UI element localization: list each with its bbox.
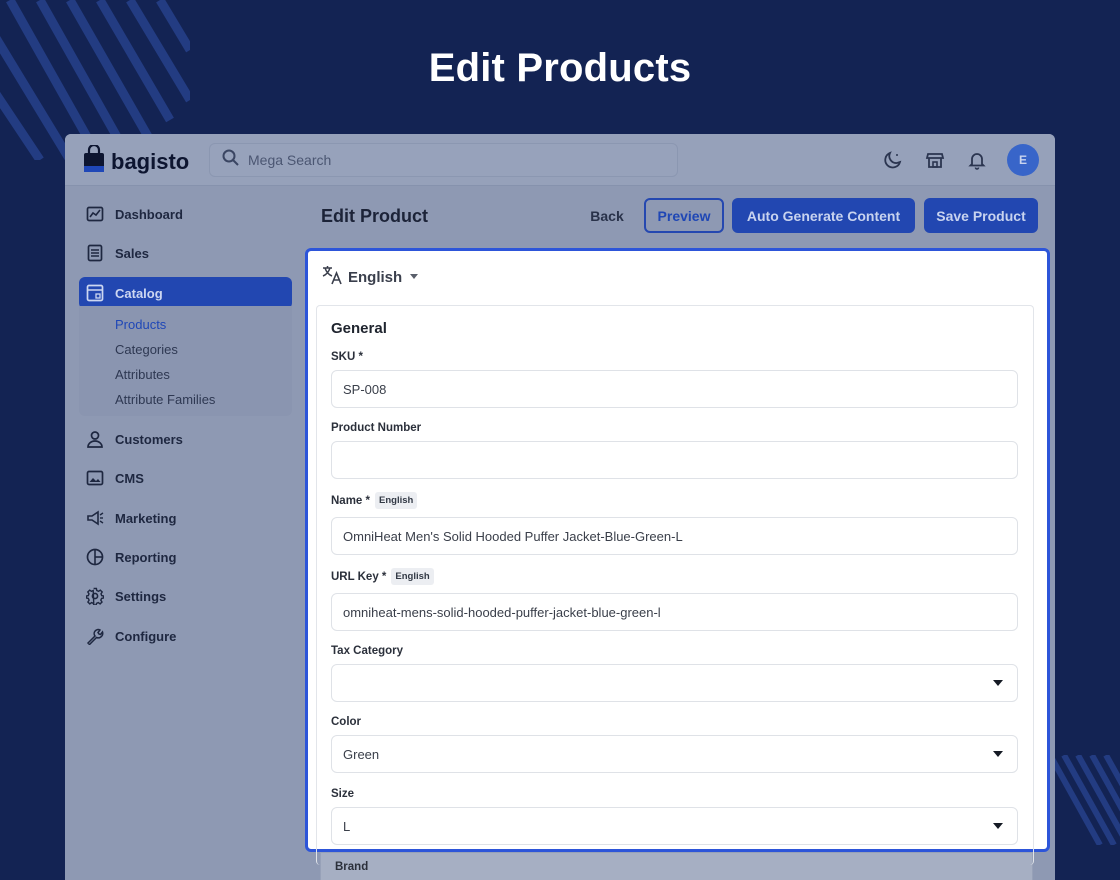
catalog-icon: [85, 283, 105, 303]
sales-icon: [85, 243, 105, 263]
reporting-icon: [85, 547, 105, 567]
tax-category-label-text: Tax Category: [331, 645, 404, 657]
locale-switcher[interactable]: English: [322, 265, 422, 289]
sidebar-item-label: Customers: [115, 431, 183, 447]
wrench-icon: [85, 626, 105, 646]
sidebar-item-label: Catalog: [115, 285, 163, 301]
marketing-icon: [85, 508, 105, 528]
sidebar-item-label: Sales: [115, 245, 149, 261]
sidebar-item-label: Reporting: [115, 549, 177, 565]
chevron-down-icon: [993, 680, 1003, 686]
preview-button[interactable]: Preview: [644, 198, 724, 233]
locale-badge: English: [391, 568, 434, 585]
decorative-stripes-bottom-right: [1050, 755, 1120, 845]
sidebar-item-settings[interactable]: Settings: [79, 580, 292, 612]
sidebar-item-reporting[interactable]: Reporting: [79, 541, 292, 573]
size-label: Size: [331, 788, 354, 800]
product-number-label-text: Product Number: [331, 422, 422, 434]
locale-label: English: [348, 268, 403, 286]
page-title: Edit Product: [321, 206, 428, 226]
dark-mode-icon[interactable]: [881, 148, 905, 172]
url-key-label: URL Key * English: [331, 568, 434, 585]
locale-badge: English: [375, 492, 418, 509]
tax-category-select[interactable]: [331, 664, 1018, 702]
sidebar-item-label: CMS: [115, 470, 144, 486]
mega-search-input[interactable]: Mega Search: [209, 143, 678, 177]
sidebar-item-catalog[interactable]: Catalog: [79, 277, 292, 309]
chevron-down-icon: [406, 269, 422, 286]
sidebar-item-dashboard[interactable]: Dashboard: [79, 198, 292, 230]
sidebar-item-customers[interactable]: Customers: [79, 423, 292, 455]
color-select[interactable]: Green: [331, 735, 1018, 773]
sidebar-item-marketing[interactable]: Marketing: [79, 502, 292, 534]
dashboard-icon: [85, 204, 105, 224]
notification-bell-icon[interactable]: [965, 148, 989, 172]
sku-input[interactable]: SP-008: [331, 370, 1018, 408]
translate-icon: [322, 265, 344, 289]
top-bar: bagisto Mega Search E: [65, 134, 1055, 186]
banner-title: Edit Products: [428, 46, 692, 90]
general-section: General SKU * SP-008 Product Number Name…: [316, 305, 1034, 865]
sidebar-item-label: Settings: [115, 588, 167, 604]
sku-label: SKU *: [331, 351, 363, 363]
url-key-label-text: URL Key *: [331, 570, 387, 583]
storefront-icon[interactable]: [923, 148, 947, 172]
sidebar-item-cms[interactable]: CMS: [79, 462, 292, 494]
user-avatar[interactable]: E: [1007, 144, 1039, 176]
submenu-item-attributes[interactable]: Attributes: [115, 367, 170, 382]
name-input[interactable]: OmniHeat Men's Solid Hooded Puffer Jacke…: [331, 517, 1018, 555]
sku-label-text: SKU *: [331, 351, 363, 363]
tax-category-label: Tax Category: [331, 645, 403, 657]
sidebar-item-label: Dashboard: [115, 206, 183, 222]
submenu-item-products[interactable]: Products: [115, 317, 166, 332]
section-title: General: [331, 320, 387, 337]
name-label-text: Name *: [331, 494, 370, 507]
auto-generate-content-button[interactable]: Auto Generate Content: [732, 198, 915, 233]
url-key-input[interactable]: omniheat-mens-solid-hooded-puffer-jacket…: [331, 593, 1018, 631]
catalog-submenu: Products Categories Attributes Attribute…: [79, 306, 292, 416]
color-label: Color: [331, 716, 361, 728]
name-label: Name * English: [331, 492, 418, 509]
submenu-item-attribute-families[interactable]: Attribute Families: [115, 392, 215, 407]
customers-icon: [85, 429, 105, 449]
shopping-bag-icon: [83, 143, 105, 178]
color-label-text: Color: [331, 716, 362, 728]
cms-icon: [85, 468, 105, 488]
submenu-item-categories[interactable]: Categories: [115, 342, 178, 357]
logo-text: bagisto: [111, 148, 190, 174]
settings-gear-icon: [85, 586, 105, 606]
size-label-text: Size: [331, 788, 355, 800]
search-placeholder: Mega Search: [248, 152, 332, 168]
chevron-down-icon: [993, 751, 1003, 757]
sidebar-item-sales[interactable]: Sales: [79, 237, 292, 269]
sidebar-item-label: Marketing: [115, 510, 177, 526]
sidebar: Dashboard Sales Catalog Products Categor…: [65, 186, 307, 880]
back-button[interactable]: Back: [577, 198, 637, 233]
size-value: L: [343, 818, 351, 834]
product-number-label: Product Number: [331, 422, 421, 434]
sidebar-item-label: Configure: [115, 628, 177, 644]
color-value: Green: [343, 746, 380, 762]
sidebar-item-configure[interactable]: Configure: [79, 620, 292, 652]
size-select[interactable]: L: [331, 807, 1018, 845]
product-number-input[interactable]: [331, 441, 1018, 479]
chevron-down-icon: [993, 823, 1003, 829]
general-card: English General SKU * SP-008 Product Num…: [305, 248, 1050, 865]
logo[interactable]: bagisto: [83, 143, 190, 178]
search-icon: [222, 149, 240, 172]
save-product-button[interactable]: Save Product: [924, 198, 1038, 233]
